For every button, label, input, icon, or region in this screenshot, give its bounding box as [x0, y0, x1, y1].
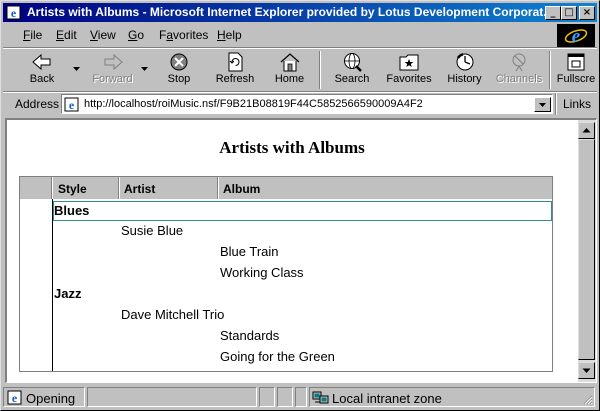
view-column-headers: Style Artist Album: [20, 177, 552, 199]
column-header-style[interactable]: Style: [54, 177, 87, 199]
maximize-icon: □: [564, 7, 574, 18]
favorites-button[interactable]: Favorites: [383, 49, 435, 91]
stop-icon: [170, 53, 188, 71]
channels-button[interactable]: Channels: [493, 49, 545, 91]
back-button[interactable]: Back: [17, 49, 67, 91]
status-bar: e Opening Local intranet zone: [3, 386, 597, 408]
menu-favorites[interactable]: Favorites: [159, 28, 208, 42]
list-item-category[interactable]: Blues: [54, 203, 89, 218]
chevron-down-icon: [539, 103, 546, 107]
intranet-zone-icon: [312, 391, 329, 404]
history-button[interactable]: History: [442, 49, 487, 91]
minimize-icon: _: [550, 7, 556, 18]
page-scroll-down-button[interactable]: [578, 362, 595, 379]
svg-text:e: e: [69, 98, 75, 112]
toolbar-separator-2: [549, 51, 551, 89]
view-scroll-up-button[interactable]: [552, 177, 553, 192]
menu-edit[interactable]: Edit: [56, 28, 77, 42]
column-header-artist[interactable]: Artist: [120, 177, 155, 199]
favorites-folder-icon: [399, 54, 419, 71]
status-panel-3: [295, 387, 307, 407]
address-input[interactable]: e http://localhost/roiMusic.nsf/F9B21B08…: [61, 94, 553, 114]
list-item-album[interactable]: Blue Train: [220, 244, 279, 259]
maximize-button[interactable]: □: [561, 6, 577, 20]
page-loading-icon: e: [7, 390, 22, 405]
forward-dropdown-icon[interactable]: [141, 67, 148, 71]
list-item-artist[interactable]: Susie Blue: [121, 223, 183, 238]
status-panel-zone: Local intranet zone: [309, 387, 595, 407]
forward-arrow-icon: [104, 53, 123, 71]
artists-view: Style Artist Album Blues Susie Blue Blue…: [19, 176, 553, 372]
status-panel-2: [277, 387, 293, 407]
forward-button[interactable]: Forward: [85, 49, 140, 91]
address-dropdown-button[interactable]: [534, 97, 551, 112]
address-bar: Address e http://localhost/roiMusic.nsf/…: [5, 93, 597, 115]
page-scroll-thumb[interactable]: [578, 139, 595, 360]
view-scroll-thumb[interactable]: [552, 192, 553, 240]
links-separator: [555, 93, 557, 115]
list-item-artist[interactable]: Dave Mitchell Trio: [121, 307, 224, 322]
status-text: Opening: [26, 391, 76, 406]
channels-satellite-icon: [512, 53, 526, 72]
status-panel-main: e Opening: [3, 387, 85, 407]
page-title: Artists with Albums: [219, 138, 365, 157]
back-dropdown-icon[interactable]: [73, 67, 80, 71]
column-header-album[interactable]: Album: [219, 177, 260, 199]
back-arrow-icon: [32, 53, 51, 71]
svg-text:e: e: [12, 391, 18, 405]
menu-bar: File Edit View Go Favorites Help: [5, 25, 553, 45]
menu-go[interactable]: Go: [128, 28, 144, 42]
resize-grip-icon[interactable]: [581, 393, 593, 405]
fullscreen-button[interactable]: Fullscre: [555, 49, 597, 91]
minimize-button[interactable]: _: [545, 6, 561, 20]
view-scroll-down-button[interactable]: [552, 356, 553, 371]
ie-logo-icon: e: [564, 26, 588, 47]
ie-page-icon[interactable]: e: [6, 5, 22, 20]
arrow-up-icon: [582, 128, 591, 133]
close-button[interactable]: ×: [579, 6, 595, 20]
history-icon: [456, 53, 473, 71]
page-scrollbar[interactable]: [578, 120, 596, 382]
list-item-album[interactable]: Standards: [220, 328, 279, 343]
security-zone-text: Local intranet zone: [332, 391, 442, 406]
close-icon: ×: [582, 7, 592, 18]
browser-window: e Artists with Albums - Microsoft Intern…: [0, 0, 600, 411]
search-button[interactable]: Search: [328, 49, 376, 91]
status-panel-1: [259, 387, 275, 407]
links-button[interactable]: Links: [563, 97, 591, 111]
toolbar: Back Forward Stop Refresh Home Search Fa…: [5, 49, 597, 91]
view-margin-line: [52, 199, 53, 371]
page-scroll-up-button[interactable]: [578, 122, 595, 139]
list-item-album[interactable]: Working Class: [220, 265, 304, 280]
page-icon: e: [64, 97, 79, 112]
svg-text:e: e: [11, 6, 17, 20]
address-label: Address: [15, 97, 60, 111]
menu-view[interactable]: View: [90, 28, 116, 42]
toolbar-separator: [319, 51, 321, 89]
menu-file[interactable]: File: [23, 28, 42, 42]
selection-highlight: [53, 201, 552, 221]
header-divider: [51, 177, 53, 199]
address-url: http://localhost/roiMusic.nsf/F9B21B0881…: [84, 98, 423, 110]
search-globe-icon: [344, 53, 362, 72]
list-item-category[interactable]: Jazz: [54, 286, 81, 301]
stop-button[interactable]: Stop: [155, 49, 203, 91]
refresh-button[interactable]: Refresh: [210, 49, 260, 91]
page-content: Artists with Albums Style Artist Album B…: [5, 118, 597, 383]
view-scrollbar[interactable]: [552, 177, 553, 371]
refresh-icon: [228, 52, 243, 72]
home-icon: [280, 53, 299, 72]
ie-throbber[interactable]: e: [557, 24, 595, 48]
window-title: Artists with Albums - Microsoft Internet…: [27, 5, 554, 19]
fullscreen-icon: [567, 53, 585, 71]
home-button[interactable]: Home: [267, 49, 312, 91]
list-item-album[interactable]: Going for the Green: [220, 349, 335, 364]
svg-text:e: e: [572, 26, 581, 47]
title-bar[interactable]: e Artists with Albums - Microsoft Intern…: [3, 3, 597, 22]
menu-help[interactable]: Help: [217, 28, 242, 42]
arrow-down-icon: [582, 368, 591, 373]
status-panel-progress: [87, 387, 257, 407]
